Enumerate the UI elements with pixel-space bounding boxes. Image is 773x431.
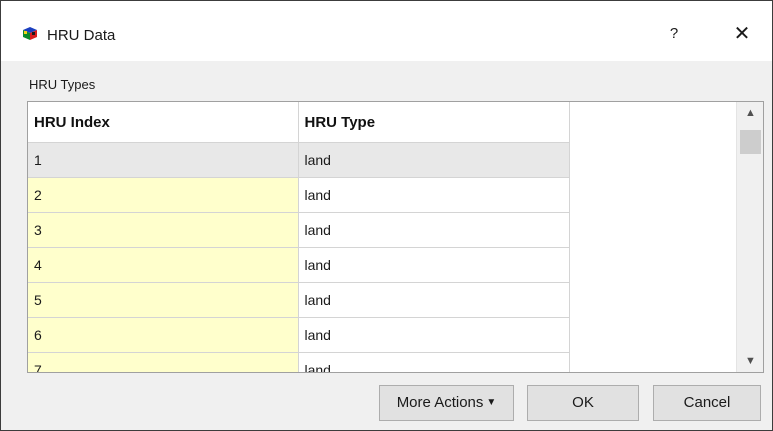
close-button[interactable]: ✕ [727,19,757,49]
header-row: HRU Index HRU Type [28,102,570,143]
hru-index-cell[interactable]: 7 [28,352,299,372]
hru-data-dialog: HRU Data ? ✕ HRU Types HRU Index HRU Typ… [0,0,773,431]
window-title: HRU Data [47,27,116,44]
scroll-up-icon[interactable]: ▲ [737,102,763,124]
help-button[interactable]: ? [659,19,689,49]
hru-index-cell[interactable]: 3 [28,212,299,248]
scroll-down-icon[interactable]: ▼ [737,350,763,372]
hru-index-cell[interactable]: 1 [28,142,299,178]
table-row[interactable]: 3 land [28,212,570,248]
column-header-hru-type[interactable]: HRU Type [298,102,570,143]
more-actions-label: More Actions [396,394,484,411]
dropdown-caret-icon: ▼ [486,397,497,408]
hru-type-cell[interactable]: land [298,247,570,283]
hru-type-cell[interactable]: land [298,177,570,213]
more-actions-button[interactable]: More Actions ▼ [379,385,514,421]
ok-button[interactable]: OK [527,385,639,421]
hru-type-cell[interactable]: land [298,282,570,318]
hru-type-cell[interactable]: land [298,142,570,178]
app-cube-icon [23,27,37,40]
hru-type-cell[interactable]: land [298,212,570,248]
table-row[interactable]: 4 land [28,247,570,283]
table-empty-area [569,102,737,372]
group-label-hru-types: HRU Types [29,77,96,92]
vertical-scrollbar[interactable]: ▲ ▼ [736,102,763,372]
cancel-button[interactable]: Cancel [653,385,761,421]
hru-type-cell[interactable]: land [298,317,570,353]
table-row[interactable]: 1 land [28,142,570,178]
hru-index-cell[interactable]: 2 [28,177,299,213]
hru-index-cell[interactable]: 6 [28,317,299,353]
hru-index-cell[interactable]: 4 [28,247,299,283]
data-grid: HRU Index HRU Type 1 land 2 land 3 land [28,102,570,372]
scroll-thumb[interactable] [740,130,761,154]
hru-index-cell[interactable]: 5 [28,282,299,318]
table-row[interactable]: 6 land [28,317,570,353]
table-row[interactable]: 5 land [28,282,570,318]
hru-type-cell[interactable]: land [298,352,570,372]
title-bar[interactable]: HRU Data ? ✕ [1,1,772,61]
hru-table: HRU Index HRU Type 1 land 2 land 3 land [27,101,764,373]
column-header-hru-index[interactable]: HRU Index [28,102,299,143]
table-row[interactable]: 2 land [28,177,570,213]
table-row[interactable]: 7 land [28,352,570,372]
